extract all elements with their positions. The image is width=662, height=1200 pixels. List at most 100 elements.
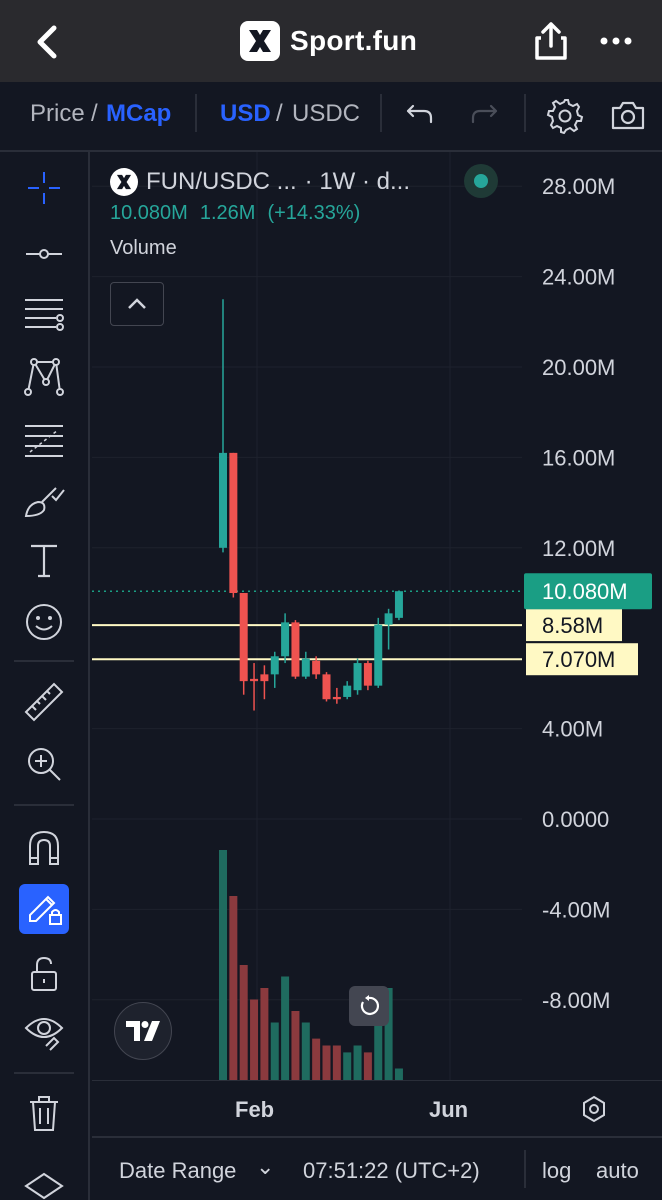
mcap-toggle[interactable]: MCap: [106, 100, 171, 128]
price-scale-label: 0.0000: [542, 807, 609, 832]
price-scale-label: -8.00M: [542, 988, 610, 1013]
volume-bar: [322, 1045, 331, 1080]
volume-bar: [291, 1011, 300, 1080]
usd-toggle[interactable]: USD: [220, 100, 271, 128]
interval-label[interactable]: · 1W · d...: [305, 168, 410, 196]
zoom-in-icon[interactable]: [22, 742, 66, 786]
timezone-clock[interactable]: 07:51:22 (UTC+2): [303, 1158, 480, 1184]
page-title: Sport.fun: [290, 25, 418, 56]
candle-body: [301, 658, 310, 677]
market-status-indicator[interactable]: [464, 164, 498, 198]
more-icon[interactable]: [600, 36, 632, 46]
chevron-down-icon[interactable]: ⌄: [256, 1154, 274, 1180]
price-scale-label: 24.00M: [542, 265, 615, 290]
eye-icon[interactable]: [22, 1008, 66, 1052]
candle-body: [374, 624, 383, 686]
candle-body: [291, 622, 300, 677]
reset-chart-button[interactable]: [349, 986, 389, 1026]
time-axis[interactable]: Feb Jun: [92, 1080, 662, 1136]
bottom-divider: [524, 1150, 526, 1188]
pattern-icon[interactable]: [22, 354, 66, 398]
lock-drawing-icon[interactable]: [19, 884, 69, 934]
price-scale-label: 16.00M: [542, 445, 615, 470]
candle-body: [363, 663, 372, 686]
tools-divider: [14, 1072, 74, 1074]
toolbar-divider: [380, 94, 382, 132]
price-scale-label: 4.00M: [542, 717, 603, 742]
horizontal-line-icon[interactable]: [22, 232, 66, 276]
candle-body: [229, 452, 238, 593]
candle-body: [394, 591, 403, 618]
candle-body: [281, 622, 290, 657]
chart-legend: FUN/USDC ... · 1W · d... 10.080M 1.26M (…: [110, 168, 410, 260]
fun-token-logo-icon: [110, 168, 138, 196]
parallel-channel-icon[interactable]: [22, 292, 66, 336]
toolbar-divider: [195, 94, 197, 132]
candle-body: [219, 452, 227, 548]
fib-icon[interactable]: [22, 418, 66, 462]
volume-bar: [301, 1022, 310, 1080]
time-tick-jun: Jun: [429, 1097, 469, 1122]
price-toggle[interactable]: Price: [30, 100, 85, 128]
trash-icon[interactable]: [22, 1092, 66, 1136]
chart-toolbar: Price / MCap USD / USDC: [0, 82, 662, 152]
chart-canvas[interactable]: 28.00M 24.00M 20.00M 16.00M 12.00M 4.00M 0.000…: [92, 152, 662, 1080]
horizontal-line-label: 7.070M: [542, 647, 615, 672]
live-dot-icon: [474, 174, 488, 188]
price-scale-label: 12.00M: [542, 536, 615, 561]
top-navigation-bar: Sport.fun: [0, 0, 662, 82]
axis-settings-icon[interactable]: [580, 1095, 608, 1123]
layers-icon[interactable]: [22, 1166, 66, 1200]
brush-icon[interactable]: [22, 478, 66, 522]
volume-bar: [239, 965, 248, 1080]
sport-fun-logo-icon: [240, 21, 280, 61]
share-icon[interactable]: [533, 20, 569, 62]
volume-bar: [260, 988, 269, 1080]
emoji-icon[interactable]: [22, 600, 66, 644]
crosshair-icon[interactable]: [22, 166, 66, 210]
toggle-separator: /: [91, 100, 98, 127]
time-tick-feb: Feb: [235, 1097, 275, 1122]
tools-divider: [14, 804, 74, 806]
app-brand: Sport.fun: [240, 21, 417, 61]
camera-icon[interactable]: [609, 96, 647, 134]
toggle-separator: /: [276, 100, 283, 127]
text-icon[interactable]: [22, 538, 66, 582]
candle-body: [384, 613, 393, 625]
redo-icon[interactable]: [468, 96, 500, 132]
usdc-toggle[interactable]: USDC: [292, 100, 360, 128]
volume-bar: [343, 1052, 352, 1080]
magnet-icon[interactable]: [22, 826, 66, 870]
symbol-label[interactable]: FUN/USDC ...: [146, 168, 297, 196]
volume-bar: [219, 850, 227, 1080]
candle-body: [270, 656, 279, 675]
reset-icon: [360, 995, 380, 1015]
volume-bar: [270, 1022, 279, 1080]
candle-body: [322, 674, 331, 700]
price-chart[interactable]: 28.00M 24.00M 20.00M 16.00M 12.00M 4.00M 0.000…: [92, 152, 662, 1080]
candle-body: [343, 685, 352, 697]
back-icon[interactable]: [30, 22, 66, 62]
settings-icon[interactable]: [546, 96, 584, 134]
undo-icon[interactable]: [404, 96, 436, 132]
volume-indicator-label[interactable]: Volume: [110, 237, 410, 260]
auto-scale-toggle[interactable]: auto: [596, 1158, 639, 1184]
price-scale-label: 28.00M: [542, 174, 615, 199]
log-scale-toggle[interactable]: log: [542, 1158, 571, 1184]
candle-body: [332, 696, 341, 700]
bottom-bar: Date Range ⌄ 07:51:22 (UTC+2) log auto: [92, 1136, 662, 1200]
date-range-button[interactable]: Date Range: [119, 1158, 236, 1184]
ruler-icon[interactable]: [22, 680, 66, 724]
unlock-icon[interactable]: [22, 952, 66, 996]
candle-body: [260, 674, 269, 682]
chevron-up-icon: [128, 298, 146, 309]
candle-body: [353, 663, 362, 691]
candle-body: [250, 678, 259, 682]
legend-collapse-button[interactable]: [110, 282, 164, 326]
volume-bar: [281, 976, 290, 1080]
volume-bar: [353, 1045, 362, 1080]
volume-bar: [332, 1045, 341, 1080]
tradingview-logo-icon[interactable]: [114, 1002, 172, 1060]
volume-bar: [363, 1052, 372, 1080]
volume-bar: [250, 999, 259, 1080]
